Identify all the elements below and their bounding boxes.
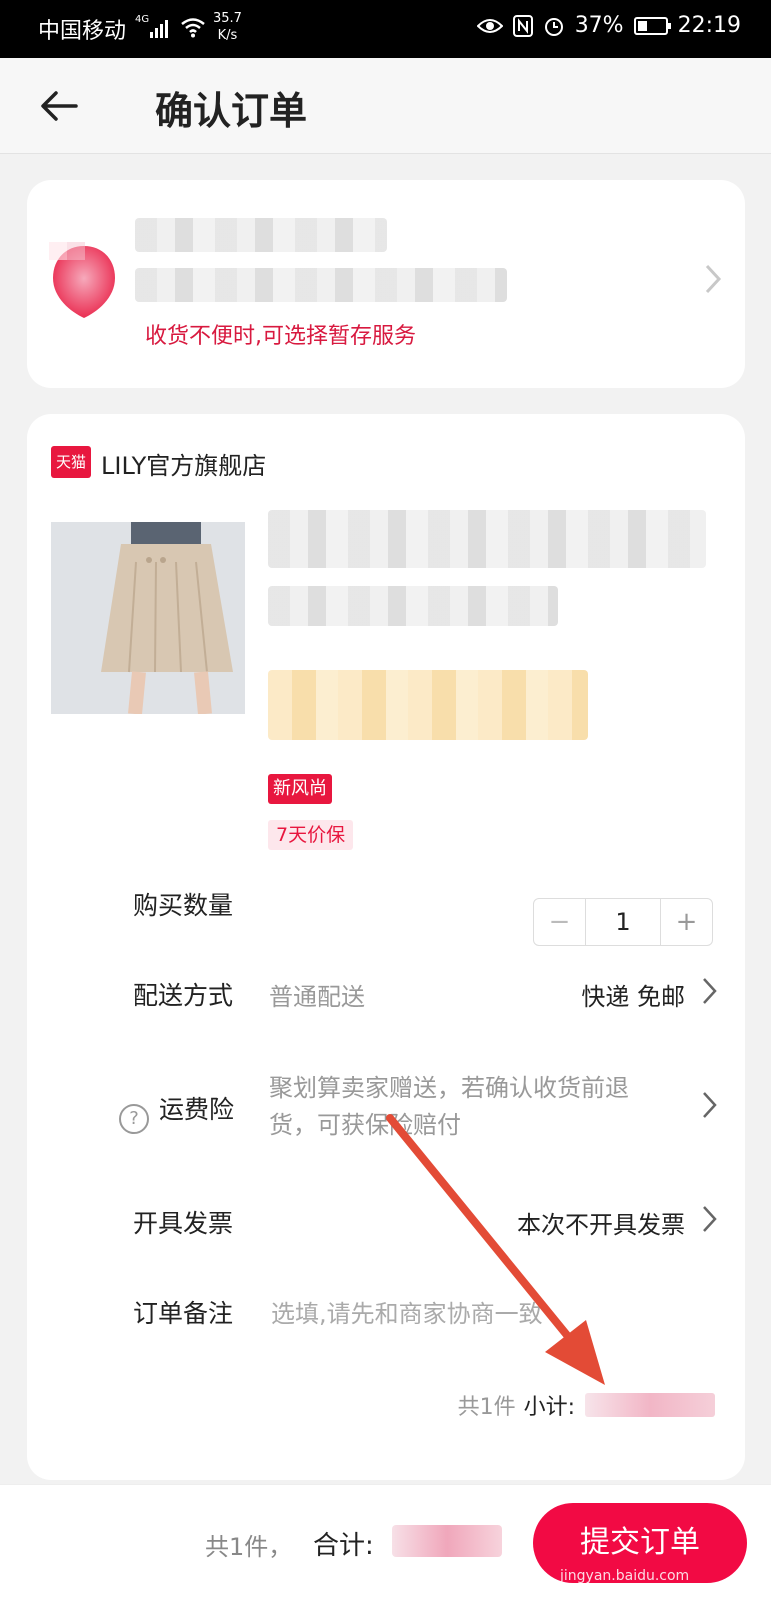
price-protection-badge: 7天价保 — [268, 820, 354, 850]
quantity-stepper: − 1 + — [533, 898, 713, 946]
invoice-label: 开具发票 — [133, 1209, 234, 1238]
wifi-icon — [181, 18, 205, 38]
delivery-value: 快递 免邮 — [581, 983, 685, 1011]
total-label: 合计: — [313, 1531, 374, 1561]
product-spec-blurred — [268, 586, 558, 626]
subtotal: 共1件 小计: — [458, 1389, 715, 1421]
back-arrow-icon[interactable] — [38, 84, 82, 128]
product-price-blurred — [268, 670, 588, 740]
shop-name[interactable]: LILY官方旗舰店 — [101, 446, 266, 481]
recipient-name-blurred — [135, 218, 387, 252]
chevron-right-icon — [703, 978, 717, 1004]
address-blurred — [135, 268, 507, 302]
net-speed-value: 35.7 — [213, 11, 242, 26]
alarm-icon — [544, 17, 563, 36]
order-card: 天猫 LILY官方旗舰店 新风尚 7天价保 购买数量 − 1 + 配送方式 普通… — [27, 414, 745, 1480]
nfc-icon — [512, 14, 533, 37]
eye-icon — [476, 18, 503, 33]
product-image[interactable] — [51, 522, 245, 714]
order-note-input[interactable]: 选填,请先和商家协商一致 — [271, 1294, 543, 1329]
location-pin-icon — [49, 242, 115, 318]
net-speed-unit: K/s — [217, 28, 238, 43]
delivery-label: 配送方式 — [133, 981, 234, 1010]
insurance-label: 运费险 — [159, 1095, 235, 1124]
total-count: 共1件， — [205, 1533, 293, 1561]
clock: 22:19 — [677, 13, 741, 38]
chevron-right-icon — [705, 264, 722, 294]
invoice-value: 本次不开具发票 — [517, 1211, 685, 1239]
carrier-name: 中国移动 — [38, 19, 127, 44]
watermark: jingyan.baidu.com — [560, 1568, 690, 1584]
total-amount-blurred — [392, 1525, 502, 1557]
subtotal-count: 共1件 — [457, 1395, 516, 1420]
delivery-method: 普通配送 — [269, 983, 365, 1011]
status-right: 37% 22:19 — [476, 13, 741, 38]
insurance-description: 聚划算卖家赠送，若确认收货前退货，可获保险赔付 — [269, 1074, 629, 1139]
battery-icon — [633, 16, 671, 35]
battery-percent: 37% — [574, 13, 624, 38]
order-note-label: 订单备注 — [133, 1299, 234, 1328]
page-title: 确认订单 — [155, 89, 308, 133]
question-circle-icon[interactable]: ? — [119, 1104, 149, 1134]
signal-bars-icon — [150, 20, 168, 38]
app-header: 确认订单 — [0, 58, 771, 154]
quantity-value[interactable]: 1 — [586, 899, 660, 945]
new-fashion-badge: 新风尚 — [268, 774, 332, 804]
signal-type: 4G — [135, 14, 150, 25]
subtotal-label: 小计: — [523, 1395, 575, 1420]
tmall-logo: 天猫 — [51, 446, 91, 478]
storage-service-hint: 收货不便时,可选择暂存服务 — [145, 324, 416, 349]
chevron-right-icon — [703, 1092, 717, 1118]
quantity-label: 购买数量 — [133, 891, 234, 920]
address-card[interactable]: 收货不便时,可选择暂存服务 — [27, 180, 745, 388]
quantity-plus-button[interactable]: + — [660, 899, 712, 945]
quantity-minus-button[interactable]: − — [534, 899, 586, 945]
net-speed: 35.7 K/s — [213, 10, 242, 44]
product-title-blurred — [268, 510, 706, 568]
subtotal-amount-blurred — [585, 1393, 715, 1417]
status-bar: 中国移动 4G 35.7 K/s 37% 22:19 — [0, 0, 771, 58]
chevron-right-icon — [703, 1206, 717, 1232]
